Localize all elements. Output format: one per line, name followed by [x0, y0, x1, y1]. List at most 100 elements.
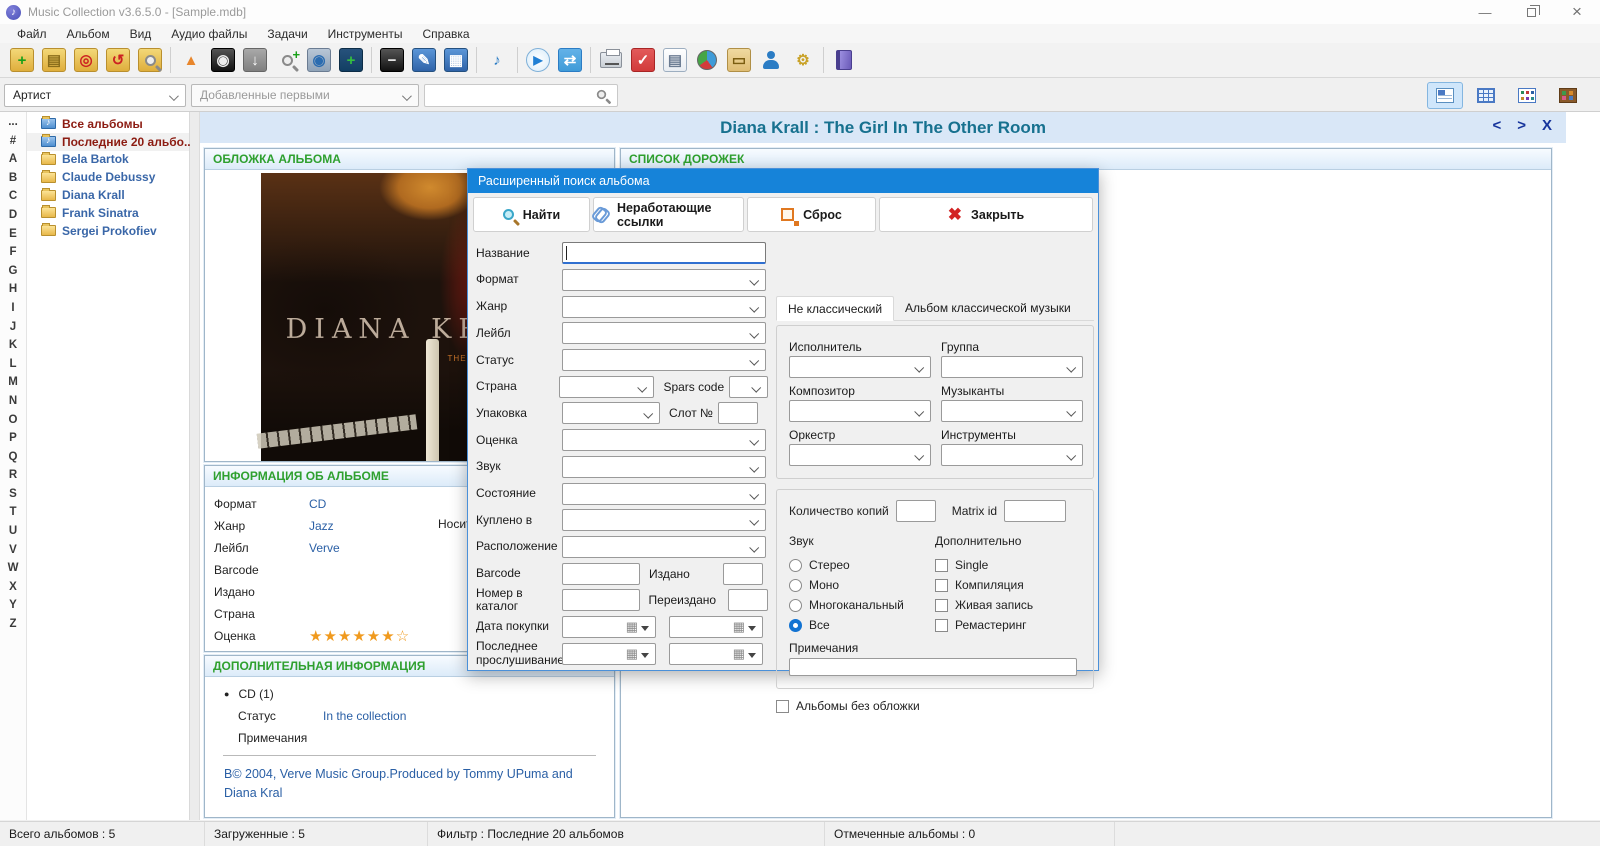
- tab-non-classical[interactable]: Не классический: [776, 296, 895, 321]
- add-disc-button[interactable]: +: [335, 45, 367, 75]
- radio-multichannel[interactable]: Многоканальный: [789, 595, 935, 615]
- status-select[interactable]: [562, 349, 766, 372]
- alphabet-letter[interactable]: J: [10, 321, 16, 340]
- tree-item-all-albums[interactable]: Все альбомы: [27, 115, 189, 133]
- restore-database-button[interactable]: ↺: [102, 45, 134, 75]
- barcode-input[interactable]: [562, 562, 640, 585]
- alphabet-letter[interactable]: K: [9, 339, 17, 358]
- artists-button[interactable]: [755, 45, 787, 75]
- alphabet-letter[interactable]: I: [11, 302, 14, 321]
- title-input[interactable]: [562, 242, 766, 265]
- alphabet-letter[interactable]: T: [9, 506, 16, 525]
- menu-item[interactable]: Альбом: [58, 25, 119, 43]
- print-button[interactable]: [595, 45, 627, 75]
- audio-search-button[interactable]: ♪: [481, 45, 513, 75]
- tree-item-bela-bartok[interactable]: Bela Bartok: [27, 151, 189, 169]
- spars-code-select[interactable]: [729, 375, 768, 398]
- tree-item-claude-debussy[interactable]: Claude Debussy: [27, 168, 189, 186]
- search-database-button[interactable]: [134, 45, 166, 75]
- cover-search-button[interactable]: ◉: [303, 45, 335, 75]
- alphabet-letter[interactable]: G: [9, 265, 18, 284]
- next-album-button[interactable]: >: [1517, 117, 1526, 134]
- find-button[interactable]: Найти: [473, 197, 590, 232]
- menu-item[interactable]: Вид: [121, 25, 161, 43]
- copies-input[interactable]: [895, 500, 936, 522]
- shuffle-button[interactable]: ⇄: [554, 45, 586, 75]
- alphabet-letter[interactable]: C: [9, 190, 17, 209]
- alphabet-letter[interactable]: N: [9, 395, 17, 414]
- cd-text-button[interactable]: ◉: [207, 45, 239, 75]
- checkbox-single[interactable]: Single: [935, 555, 1081, 575]
- edit-album-button[interactable]: ✎: [408, 45, 440, 75]
- alphabet-letter[interactable]: Q: [9, 451, 18, 470]
- radio-stereo[interactable]: Стерео: [789, 555, 935, 575]
- restore-button[interactable]: [1508, 0, 1554, 24]
- genre-select[interactable]: [562, 295, 766, 318]
- purchased-at-select[interactable]: [562, 509, 766, 532]
- alphabet-letter[interactable]: A: [9, 153, 17, 172]
- alphabet-letter[interactable]: V: [9, 544, 17, 563]
- close-detail-button[interactable]: X: [1542, 117, 1552, 134]
- eject-cd-button[interactable]: ▲: [175, 45, 207, 75]
- view-shelf-button[interactable]: [1550, 82, 1586, 109]
- alphabet-letter[interactable]: L: [9, 358, 16, 377]
- alphabet-letter[interactable]: #: [10, 135, 16, 154]
- menu-item[interactable]: Файл: [8, 25, 56, 43]
- alphabet-letter[interactable]: M: [8, 376, 18, 395]
- statistics-button[interactable]: [691, 45, 723, 75]
- prev-album-button[interactable]: <: [1492, 117, 1501, 134]
- minimize-button[interactable]: —: [1462, 0, 1508, 24]
- alphabet-letter[interactable]: R: [9, 469, 17, 488]
- loans-button[interactable]: ▭: [723, 45, 755, 75]
- catalog-number-input[interactable]: [561, 589, 640, 612]
- last-played-to-picker[interactable]: [669, 642, 763, 665]
- released-input[interactable]: [722, 562, 763, 585]
- close-dialog-button[interactable]: ✖ Закрыть: [879, 197, 1093, 232]
- broken-links-button[interactable]: Неработающие ссылки: [593, 197, 744, 232]
- settings-button[interactable]: ⚙: [787, 45, 819, 75]
- country-select[interactable]: [559, 375, 655, 398]
- view-thumbnails-button[interactable]: [1509, 82, 1545, 109]
- rating-select[interactable]: [562, 429, 766, 452]
- copy-album-button[interactable]: ▤: [38, 45, 70, 75]
- search-input[interactable]: [424, 83, 618, 107]
- performer-select[interactable]: [789, 356, 931, 378]
- menu-item[interactable]: Инструменты: [319, 25, 412, 43]
- alphabet-letter[interactable]: H: [9, 283, 17, 302]
- location-select[interactable]: [562, 535, 766, 558]
- add-album-button[interactable]: +: [6, 45, 38, 75]
- reset-button[interactable]: Сброс: [747, 197, 876, 232]
- label-select[interactable]: [562, 322, 766, 345]
- view-details-button[interactable]: [1427, 82, 1463, 109]
- tasks-button[interactable]: ✓: [627, 45, 659, 75]
- view-table-button[interactable]: [1468, 82, 1504, 109]
- alphabet-letter[interactable]: S: [9, 488, 17, 507]
- checkbox-remaster[interactable]: Ремастеринг: [935, 615, 1081, 635]
- radio-mono[interactable]: Моно: [789, 575, 935, 595]
- alphabet-letter[interactable]: Y: [9, 599, 17, 618]
- close-button[interactable]: ×: [1554, 0, 1600, 24]
- menu-item[interactable]: Задачи: [258, 25, 316, 43]
- purchase-date-to-picker[interactable]: [669, 615, 763, 638]
- menu-item[interactable]: Аудио файлы: [162, 25, 256, 43]
- repair-database-button[interactable]: ◎: [70, 45, 102, 75]
- group-select[interactable]: [941, 356, 1083, 378]
- composer-select[interactable]: [789, 400, 931, 422]
- sound-select[interactable]: [562, 455, 766, 478]
- musicians-select[interactable]: [941, 400, 1083, 422]
- search-add-button[interactable]: [271, 45, 303, 75]
- alphabet-letter[interactable]: E: [9, 228, 17, 247]
- purchase-date-from-picker[interactable]: [562, 615, 656, 638]
- alphabet-letter[interactable]: ...: [8, 116, 18, 135]
- slot-input[interactable]: [717, 402, 758, 425]
- notes-input[interactable]: [789, 658, 1077, 676]
- alphabet-letter[interactable]: U: [9, 525, 17, 544]
- menu-item[interactable]: Справка: [413, 25, 478, 43]
- format-select[interactable]: [562, 269, 766, 292]
- sort-order-select[interactable]: Добавленные первыми: [191, 83, 419, 107]
- download-info-button[interactable]: ↓: [239, 45, 271, 75]
- exit-button[interactable]: [828, 45, 860, 75]
- alphabet-letter[interactable]: B: [9, 172, 17, 191]
- last-played-from-picker[interactable]: [562, 642, 656, 665]
- report-button[interactable]: ▤: [659, 45, 691, 75]
